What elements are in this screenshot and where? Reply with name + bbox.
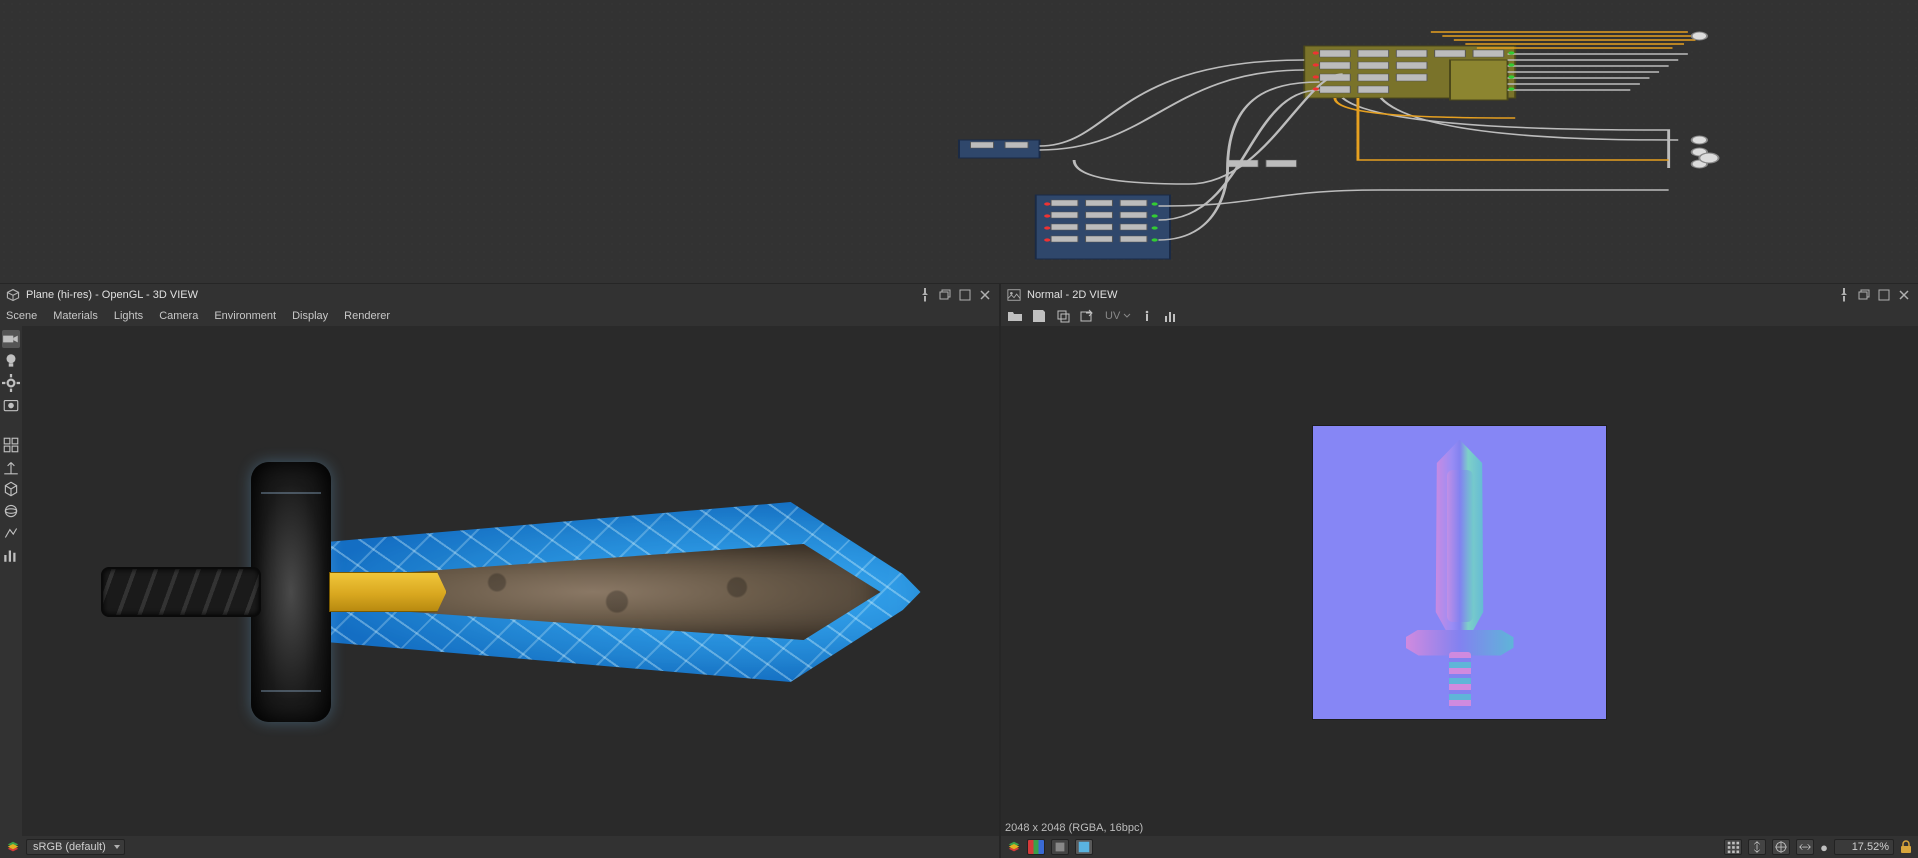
menu-lights[interactable]: Lights [114,310,143,322]
close-icon[interactable] [1896,287,1912,303]
3d-view-title: Plane (hi-res) - OpenGL - 3D VIEW [26,289,198,301]
3d-view-menubar: Scene Materials Lights Camera Environmen… [0,306,999,326]
colorspace-value: sRGB (default) [33,841,106,853]
lightbulb-icon[interactable] [2,352,20,370]
grid-icon[interactable] [2,436,20,454]
2d-view-panel: Normal - 2D VIEW UV 2048 x 2048 (RGBA, 1… [1001,284,1918,858]
2d-bottom-bar: ● 17.52% [1001,836,1918,858]
2d-viewport[interactable] [1001,326,1918,818]
maximize-icon[interactable] [1876,287,1892,303]
uv-dropdown[interactable]: UV [1105,310,1131,322]
menu-environment[interactable]: Environment [214,310,276,322]
3d-bottom-bar: sRGB (default) [0,836,999,858]
normals-icon[interactable] [2,524,20,542]
3d-view-panel: Plane (hi-res) - OpenGL - 3D VIEW Scene … [0,284,999,858]
lock-icon[interactable] [1900,840,1912,854]
image-info-text: 2048 x 2048 (RGBA, 16bpc) [1005,822,1143,834]
2d-view-titlebar: Normal - 2D VIEW [1001,284,1918,306]
pin-icon[interactable] [1836,287,1852,303]
copy-icon[interactable] [1055,308,1071,324]
fit-view-icon[interactable] [1772,839,1790,855]
node-graph-panel[interactable] [0,0,1918,283]
histogram-icon[interactable] [2,546,20,564]
restore-icon[interactable] [1856,287,1872,303]
layers-icon [1007,840,1021,854]
save-icon[interactable] [1031,308,1047,324]
channels-alpha-button[interactable] [1075,839,1093,855]
camera-icon[interactable] [2,330,20,348]
2d-view-title: Normal - 2D VIEW [1027,289,1117,301]
pin-icon[interactable] [917,287,933,303]
3d-viewport[interactable] [22,326,999,858]
fit-horizontal-icon[interactable] [1796,839,1814,855]
export-icon[interactable] [1079,308,1095,324]
layers-icon [6,840,20,854]
menu-scene[interactable]: Scene [6,310,37,322]
axis-icon[interactable] [2,458,20,476]
image-icon [1007,288,1021,302]
2d-toolbar: UV [1001,306,1918,326]
restore-icon[interactable] [937,287,953,303]
menu-materials[interactable]: Materials [53,310,98,322]
node-graph-svg[interactable] [0,0,1918,283]
zoom-value[interactable]: 17.52% [1834,839,1894,855]
wireframe-cube-icon[interactable] [2,480,20,498]
menu-display[interactable]: Display [292,310,328,322]
close-icon[interactable] [977,287,993,303]
colorspace-select[interactable]: sRGB (default) [26,839,125,855]
cube-icon [6,288,20,302]
normal-map-preview [1313,426,1606,719]
menu-camera[interactable]: Camera [159,310,198,322]
bullet-icon: ● [1820,841,1828,854]
fit-vertical-icon[interactable] [1748,839,1766,855]
histogram-icon[interactable] [1163,308,1179,324]
sword-preview [101,462,921,722]
maximize-icon[interactable] [957,287,973,303]
gear-icon[interactable] [2,374,20,392]
3d-side-toolbar [0,326,22,858]
tile-grid-icon[interactable] [1724,839,1742,855]
3d-view-titlebar: Plane (hi-res) - OpenGL - 3D VIEW [0,284,999,306]
info-icon[interactable] [1139,308,1155,324]
channels-rgb-button[interactable] [1027,839,1045,855]
sphere-icon[interactable] [2,502,20,520]
menu-renderer[interactable]: Renderer [344,310,390,322]
channels-gray-button[interactable] [1051,839,1069,855]
open-icon[interactable] [1007,308,1023,324]
capture-icon[interactable] [2,396,20,414]
